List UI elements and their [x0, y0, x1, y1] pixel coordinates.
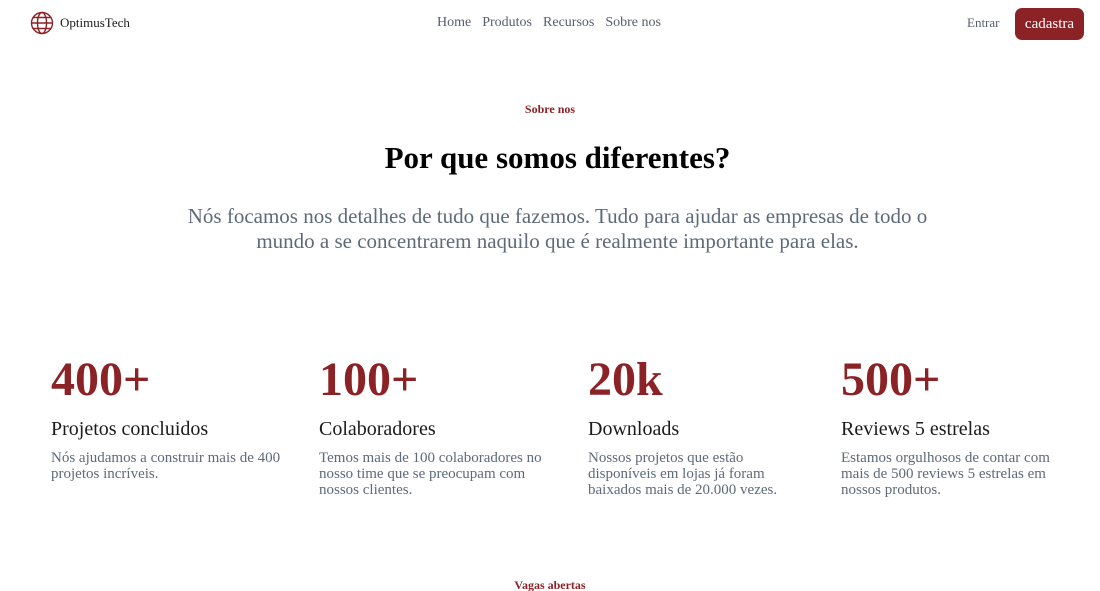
- stat-card: 500+ Reviews 5 estrelas Estamos orgulhos…: [841, 353, 1076, 499]
- page: OptimusTech Home Produtos Recursos Sobre…: [0, 0, 1100, 591]
- stat-card: 100+ Colaboradores Temos mais de 100 col…: [319, 353, 549, 499]
- stat-card: 400+ Projetos concluidos Nós ajudamos a …: [51, 353, 281, 483]
- main-nav: Home Produtos Recursos Sobre nos: [437, 15, 672, 31]
- stat-label: Colaboradores: [319, 418, 436, 440]
- about-eyebrow: Sobre nos: [524, 102, 576, 116]
- stat-description: Nós ajudamos a construir mais de 400 pro…: [51, 450, 281, 482]
- brand-name: OptimusTech: [60, 15, 130, 30]
- about-lead: Nós focamos nos detalhes de tudo que faz…: [187, 204, 928, 253]
- jobs-eyebrow: Vagas abertas: [514, 578, 586, 591]
- globe-icon: [30, 11, 54, 35]
- stat-value: 400+: [51, 353, 151, 406]
- nav-link-home[interactable]: Home: [437, 15, 471, 31]
- brand[interactable]: OptimusTech: [30, 11, 130, 35]
- login-link[interactable]: Entrar: [967, 15, 999, 31]
- stat-label: Projetos concluidos: [51, 418, 209, 440]
- stat-label: Reviews 5 estrelas: [841, 418, 990, 440]
- stat-label: Downloads: [588, 418, 680, 440]
- about-title: Por que somos diferentes?: [384, 140, 731, 175]
- nav-link-produtos[interactable]: Produtos: [482, 15, 532, 31]
- site-header: OptimusTech Home Produtos Recursos Sobre…: [0, 0, 1100, 48]
- nav-link-sobre-nos[interactable]: Sobre nos: [605, 15, 661, 31]
- stat-description: Estamos orgulhosos de contar com mais de…: [841, 450, 1050, 498]
- stat-description: Temos mais de 100 colaboradores no nosso…: [319, 450, 542, 498]
- stat-value: 100+: [319, 353, 419, 406]
- stat-value: 500+: [841, 353, 941, 406]
- stat-description: Nossos projetos que estão disponíveis em…: [588, 450, 778, 498]
- stat-card: 20k Downloads Nossos projetos que estão …: [588, 353, 803, 499]
- signup-button[interactable]: cadastra: [1015, 8, 1084, 40]
- stat-value: 20k: [588, 353, 663, 406]
- nav-link-recursos[interactable]: Recursos: [543, 15, 594, 31]
